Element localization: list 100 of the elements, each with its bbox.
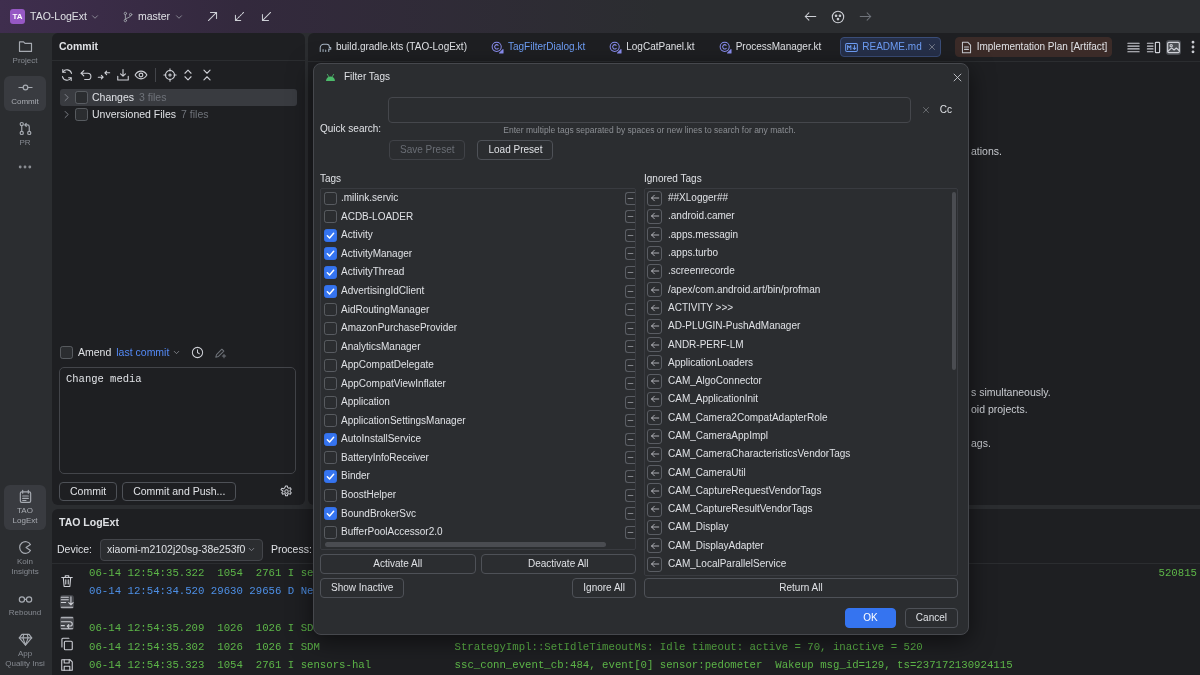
ignore-all-button[interactable]: Ignore All: [572, 578, 636, 598]
tool-window-button[interactable]: PR: [4, 117, 46, 152]
return-button[interactable]: [647, 428, 662, 444]
ignore-button[interactable]: [625, 358, 635, 372]
ignore-button[interactable]: [625, 525, 635, 539]
tool-window-button[interactable]: Commit: [4, 76, 46, 111]
return-button[interactable]: [647, 245, 662, 261]
checkbox[interactable]: [324, 488, 337, 502]
forward-arrow-icon[interactable]: [859, 10, 872, 23]
checkbox[interactable]: [75, 91, 88, 104]
tool-window-button[interactable]: Koin Insights: [4, 536, 46, 581]
arrow-down-left-icon[interactable]: [260, 10, 274, 23]
image-icon[interactable]: [1166, 39, 1182, 55]
checkbox[interactable]: [324, 507, 337, 521]
copy-icon[interactable]: [60, 637, 74, 651]
return-button[interactable]: [647, 263, 662, 279]
return-button[interactable]: [647, 190, 662, 206]
clock-icon[interactable]: [191, 345, 205, 359]
commit-message-field[interactable]: Change media: [59, 367, 296, 474]
commit-and-push-button[interactable]: Commit and Push...: [122, 482, 237, 501]
checkbox[interactable]: [324, 525, 337, 539]
editor-tab[interactable]: LogCatPanel.kt: [604, 37, 700, 57]
ignore-button[interactable]: [625, 507, 635, 521]
scroll-to-end-icon[interactable]: [60, 595, 74, 609]
tree-row[interactable]: Unversioned Files 7 files: [60, 106, 297, 123]
ignore-button[interactable]: [625, 210, 635, 224]
horizontal-scrollbar[interactable]: [325, 542, 606, 548]
checkbox[interactable]: [324, 451, 337, 465]
undo-icon[interactable]: [78, 68, 93, 82]
eye-icon[interactable]: [134, 68, 149, 82]
checkbox[interactable]: [324, 210, 337, 224]
ignore-button[interactable]: [625, 451, 635, 465]
ignore-button[interactable]: [625, 321, 635, 335]
checkbox[interactable]: [324, 228, 337, 242]
tool-window-button[interactable]: TAO LogExt: [4, 485, 46, 530]
last-commit-link[interactable]: last commit: [116, 345, 170, 359]
chevron-right-icon[interactable]: [62, 110, 71, 119]
close-icon[interactable]: [927, 43, 936, 51]
trash-icon[interactable]: [60, 574, 74, 588]
return-button[interactable]: [647, 556, 662, 572]
tool-window-button[interactable]: Rebound: [4, 587, 46, 622]
branch-selector[interactable]: master: [122, 10, 185, 23]
arrow-up-right-icon[interactable]: [206, 10, 220, 23]
checkbox[interactable]: [324, 358, 337, 372]
opposing-arrows-icon[interactable]: [97, 68, 112, 82]
match-case-button[interactable]: Cc: [939, 104, 952, 116]
cancel-button[interactable]: Cancel: [904, 608, 958, 628]
editor-tab[interactable]: ProcessManager.kt: [713, 37, 827, 57]
checkbox[interactable]: [324, 284, 337, 298]
back-arrow-icon[interactable]: [804, 10, 817, 23]
ignore-button[interactable]: [625, 191, 635, 205]
deactivate-all-button[interactable]: Deactivate All: [480, 554, 636, 574]
return-button[interactable]: [647, 538, 662, 554]
checkbox[interactable]: [324, 377, 337, 391]
ignore-button[interactable]: [625, 340, 635, 354]
return-button[interactable]: [647, 318, 662, 334]
ignore-button[interactable]: [625, 303, 635, 317]
ignore-button[interactable]: [625, 265, 635, 279]
ignore-button[interactable]: [625, 377, 635, 391]
ignore-button[interactable]: [625, 228, 635, 242]
ignore-button[interactable]: [625, 284, 635, 298]
return-button[interactable]: [647, 483, 662, 499]
return-button[interactable]: [647, 391, 662, 407]
close-icon[interactable]: [952, 71, 963, 83]
soft-wrap-icon[interactable]: [60, 616, 74, 630]
chevron-right-icon[interactable]: [62, 93, 71, 102]
checkbox[interactable]: [324, 395, 337, 409]
project-selector[interactable]: TAO-LogExt: [30, 10, 100, 23]
checkbox[interactable]: [60, 345, 73, 359]
return-button[interactable]: [647, 282, 662, 298]
search-field[interactable]: [388, 97, 911, 123]
checkbox[interactable]: [324, 303, 337, 317]
activate-all-button[interactable]: Activate All: [320, 554, 476, 574]
editor-tab[interactable]: build.gradle.kts (TAO-LogExt): [314, 37, 472, 57]
checkbox[interactable]: [324, 414, 337, 428]
ignore-button[interactable]: [625, 395, 635, 409]
clear-icon[interactable]: [921, 106, 930, 114]
load-preset-button[interactable]: Load Preset: [477, 140, 554, 160]
ignore-button[interactable]: [625, 469, 635, 483]
checkbox[interactable]: [324, 432, 337, 446]
device-dropdown[interactable]: xiaomi-m2102j20sg-38e253f0: [100, 538, 263, 561]
commit-button[interactable]: Commit: [59, 482, 118, 501]
tool-window-button[interactable]: Project: [4, 35, 46, 70]
return-button[interactable]: [647, 227, 662, 243]
checkbox[interactable]: [324, 265, 337, 279]
ignore-button[interactable]: [625, 488, 635, 502]
ignore-button[interactable]: [625, 414, 635, 428]
circle-dots-icon[interactable]: [831, 9, 845, 24]
return-button[interactable]: [647, 300, 662, 316]
crosshair-icon[interactable]: [162, 68, 177, 82]
editor-tab[interactable]: TagFilterDialog.kt: [486, 37, 591, 57]
checkbox[interactable]: [324, 191, 337, 205]
checkbox[interactable]: [324, 247, 337, 261]
return-button[interactable]: [647, 446, 662, 462]
ignore-button[interactable]: [625, 247, 635, 261]
editor-tab[interactable]: Implementation Plan [Artifact]: [954, 37, 1113, 57]
return-button[interactable]: [647, 520, 662, 535]
checkbox[interactable]: [75, 108, 88, 121]
ignore-button[interactable]: [625, 432, 635, 446]
editor-tab[interactable]: README.md: [840, 37, 941, 57]
